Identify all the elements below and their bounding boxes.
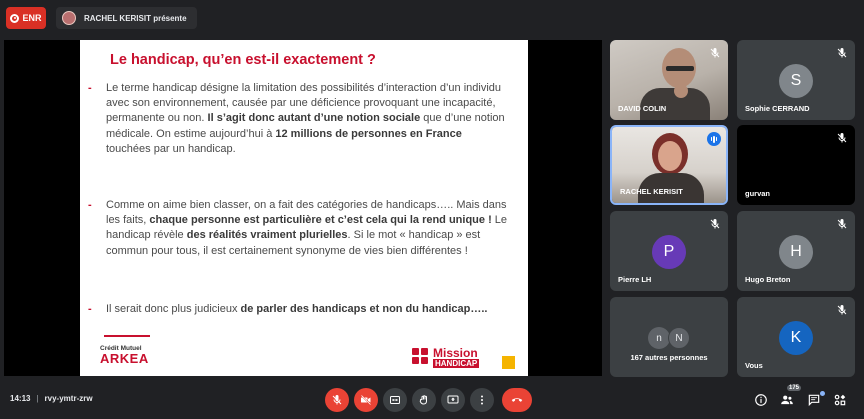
meeting-info: 14:13 | rvy-ymtr-zrw <box>10 394 93 403</box>
participant-tile-sophie[interactable]: S Sophie CERRAND <box>737 40 855 120</box>
recording-label: ENR <box>22 13 42 23</box>
participant-name: Vous <box>745 361 763 370</box>
mic-off-icon <box>837 133 847 143</box>
others-count-label: 167 autres personnes <box>630 353 708 362</box>
present-screen-button[interactable] <box>441 388 465 412</box>
activities-icon[interactable] <box>833 393 847 407</box>
bullet-bold-text: chaque personne est particulière et c’es… <box>149 214 492 227</box>
accessibility-icons <box>412 347 430 368</box>
slide-title: Le handicap, qu’en est-il exactement ? <box>110 52 376 68</box>
avatar: n <box>648 327 670 349</box>
slide-corner-mark <box>502 356 515 369</box>
speaking-indicator-icon <box>707 132 721 146</box>
more-vertical-icon <box>481 395 483 405</box>
captions-button[interactable] <box>383 388 407 412</box>
top-bar: ENR RACHEL KERISIT présente <box>0 0 864 36</box>
leave-call-button[interactable] <box>502 388 532 412</box>
slide-bullet-2: - Comme on aime bien classer, on a fait … <box>88 198 508 259</box>
mic-off-icon <box>837 219 847 229</box>
more-options-button[interactable] <box>470 388 494 412</box>
avatar: S <box>779 64 813 98</box>
hang-up-icon <box>511 398 523 402</box>
slide-bullet-3: - Il serait donc plus judicieux de parle… <box>88 302 508 317</box>
mission-handicap-logo: Mission HANDICAP <box>412 346 480 368</box>
mic-off-icon <box>332 395 342 405</box>
meeting-code: rvy-ymtr-zrw <box>44 394 93 403</box>
bullet-dash: - <box>88 199 92 211</box>
presenter-chip[interactable]: RACHEL KERISIT présente <box>56 7 197 29</box>
info-icon[interactable] <box>754 393 768 407</box>
notification-dot <box>820 391 825 396</box>
presenter-text: RACHEL KERISIT présente <box>84 13 187 23</box>
participant-count-badge: 175 <box>787 385 802 391</box>
bullet-text: touchées par un handicap. <box>106 142 236 155</box>
mic-off-icon <box>837 48 847 58</box>
separator: | <box>36 394 39 403</box>
logo-mission-bottom: HANDICAP <box>433 359 480 368</box>
participant-tile-hugo[interactable]: H Hugo Breton <box>737 211 855 291</box>
bullet-bold-text: des réalités vraiment plurielles <box>186 229 348 242</box>
microphone-toggle-button[interactable] <box>325 388 349 412</box>
participant-tile-others[interactable]: n N 167 autres personnes <box>610 297 728 377</box>
avatar: K <box>779 321 813 355</box>
credit-mutuel-arkea-logo: Crédit Mutuel ARKEA <box>100 345 149 365</box>
clock-time: 14:13 <box>10 394 31 403</box>
participant-tile-gurvan[interactable]: gurvan <box>737 125 855 205</box>
bottom-bar: 14:13 | rvy-ymtr-zrw <box>0 380 864 419</box>
participant-tile-pierre[interactable]: P Pierre LH <box>610 211 728 291</box>
bullet-dash: - <box>88 82 92 94</box>
slide-underline <box>104 335 150 337</box>
slide-bullet-1: - Le terme handicap désigne la limitatio… <box>88 81 508 157</box>
participant-tile-self[interactable]: K Vous <box>737 297 855 377</box>
camera-toggle-button[interactable] <box>354 388 378 412</box>
recording-badge[interactable]: ENR <box>6 7 46 29</box>
chat-icon[interactable] <box>807 393 821 407</box>
presentation-slide: Le handicap, qu’en est-il exactement ? -… <box>80 40 528 376</box>
captions-icon <box>390 396 400 404</box>
participant-name: Pierre LH <box>618 275 652 284</box>
bullet-bold-text: 12 millions de personnes en France <box>275 127 462 140</box>
raise-hand-button[interactable] <box>412 388 436 412</box>
record-icon <box>10 13 20 23</box>
participant-name: DAVID COLIN <box>618 104 667 113</box>
participant-name: Sophie CERRAND <box>745 104 810 113</box>
avatar: P <box>652 235 686 269</box>
participant-tile-rachel[interactable]: RACHEL KERISIT <box>610 125 728 205</box>
logo-title: ARKEA <box>100 351 149 366</box>
participant-name: gurvan <box>745 189 771 198</box>
mic-off-icon <box>710 48 720 58</box>
participant-name: RACHEL KERISIT <box>620 187 683 196</box>
people-icon[interactable] <box>780 393 794 407</box>
avatar: N <box>668 327 690 349</box>
bullet-bold-text: de parler des handicaps et non du handic… <box>240 303 488 315</box>
avatar: H <box>779 235 813 269</box>
participant-tile-david[interactable]: DAVID COLIN <box>610 40 728 120</box>
mic-off-icon <box>837 305 847 315</box>
presenter-avatar <box>62 11 76 25</box>
camera-off-icon <box>360 394 372 406</box>
participant-name: Hugo Breton <box>745 275 791 284</box>
present-icon <box>447 395 459 404</box>
logo-mission-top: Mission <box>433 346 478 360</box>
hand-icon <box>419 395 427 405</box>
mic-off-icon <box>710 219 720 229</box>
bullet-bold-text: Il s’agit donc autant d’une notion socia… <box>207 112 421 125</box>
bullet-text: Il serait donc plus judicieux <box>106 303 241 315</box>
bullet-dash: - <box>88 303 92 315</box>
